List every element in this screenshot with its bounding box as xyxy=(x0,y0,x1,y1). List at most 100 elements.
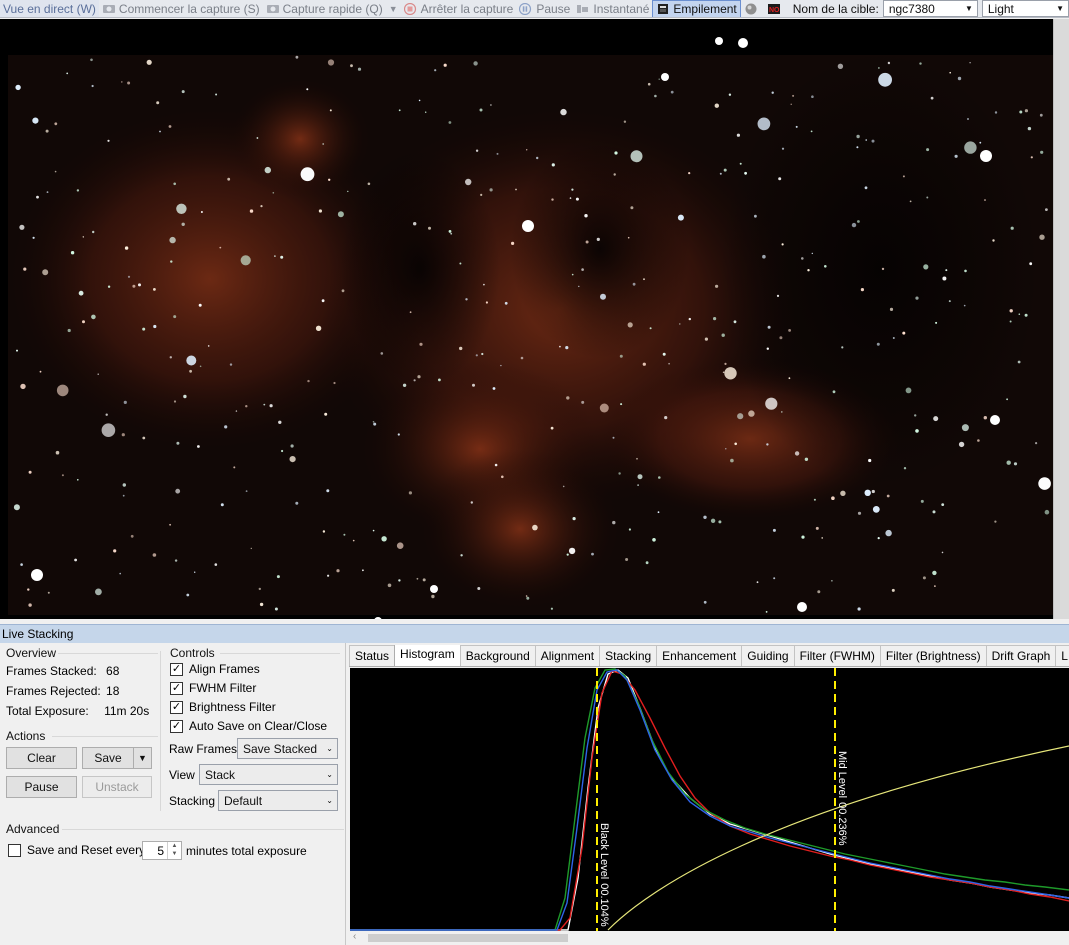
raw-frames-select[interactable]: Save Stacked ⌄ xyxy=(237,738,338,759)
unstack-button[interactable]: Unstack xyxy=(82,776,152,798)
star xyxy=(39,370,42,373)
start-capture-button[interactable]: Commencer la capture (S) xyxy=(99,0,263,17)
bright-star xyxy=(430,585,438,593)
main-toolbar: Vue en direct (W) Commencer la capture (… xyxy=(0,0,1069,18)
live-view-button[interactable]: Vue en direct (W) xyxy=(0,0,99,17)
quick-capture-button[interactable]: Capture rapide (Q) ▼ xyxy=(263,0,401,17)
tab-drift-graph[interactable]: Drift Graph xyxy=(985,645,1057,666)
scroll-thumb[interactable] xyxy=(368,934,568,942)
align-frames-checkbox[interactable]: ✓ Align Frames xyxy=(170,662,260,676)
image-vertical-scrollbar[interactable] xyxy=(1053,19,1069,619)
star xyxy=(240,255,251,266)
star xyxy=(122,494,125,497)
controls-divider xyxy=(220,653,340,654)
raw-frames-value: Save Stacked xyxy=(243,741,318,756)
star xyxy=(664,416,668,420)
star xyxy=(173,400,177,403)
snapshot-label: Instantané xyxy=(593,1,650,16)
no-entry-button[interactable]: NO xyxy=(764,0,787,17)
star xyxy=(857,220,860,223)
star xyxy=(779,336,783,340)
stepper-arrows-icon[interactable]: ▲ ▼ xyxy=(167,842,181,859)
star xyxy=(409,311,412,314)
auto-save-checkbox[interactable]: ✓ Auto Save on Clear/Close xyxy=(170,719,327,733)
frames-rejected-row: Frames Rejected: 18 xyxy=(6,684,119,698)
star xyxy=(138,283,141,287)
brightness-filter-checkbox[interactable]: ✓ Brightness Filter xyxy=(170,700,276,714)
star xyxy=(773,577,776,580)
save-button[interactable]: Save xyxy=(82,747,133,769)
histogram-plot[interactable]: Black Level00.104% Mid Level00.236% xyxy=(350,668,1069,931)
star xyxy=(856,134,860,139)
minutes-stepper[interactable]: 5 ▲ ▼ xyxy=(142,841,182,860)
pause-stacking-button[interactable]: Pause xyxy=(6,776,77,798)
star xyxy=(183,394,187,399)
panel-splitter[interactable] xyxy=(345,643,346,945)
tab-overflow[interactable]: L xyxy=(1055,645,1069,666)
star xyxy=(501,475,504,479)
quick-capture-label: Capture rapide (Q) xyxy=(282,1,383,16)
star xyxy=(214,563,218,566)
star xyxy=(121,81,123,83)
star xyxy=(483,283,485,286)
tab-background[interactable]: Background xyxy=(459,645,536,666)
star xyxy=(930,96,934,100)
star xyxy=(272,192,275,194)
star xyxy=(341,289,345,293)
target-name-input[interactable]: ngc7380 ▼ xyxy=(882,0,978,17)
star xyxy=(47,591,50,594)
group-divider xyxy=(160,651,161,811)
star xyxy=(1024,109,1028,113)
star xyxy=(419,342,423,346)
star xyxy=(152,553,157,557)
brightness-filter-label: Brightness Filter xyxy=(189,700,276,714)
tab-histogram[interactable]: Histogram xyxy=(394,645,461,666)
stacking-button[interactable]: Empilement xyxy=(652,0,741,17)
star xyxy=(215,93,218,96)
star xyxy=(146,59,152,65)
histogram-horizontal-scrollbar[interactable]: ‹ xyxy=(350,931,1069,945)
star xyxy=(1006,460,1011,465)
tab-alignment[interactable]: Alignment xyxy=(534,645,601,666)
star xyxy=(336,569,340,573)
clear-button[interactable]: Clear xyxy=(6,747,77,769)
star xyxy=(1018,313,1021,316)
star xyxy=(591,552,594,556)
star xyxy=(460,554,463,557)
sphere-button[interactable] xyxy=(741,0,764,17)
image-viewer[interactable] xyxy=(0,19,1069,619)
tab-enhancement[interactable]: Enhancement xyxy=(656,645,743,666)
star xyxy=(290,444,294,448)
tab-guiding[interactable]: Guiding xyxy=(741,645,795,666)
star xyxy=(623,120,627,123)
snapshot-button[interactable]: Instantané xyxy=(573,0,652,17)
tab-status[interactable]: Status xyxy=(349,645,396,666)
star xyxy=(878,72,892,87)
save-reset-checkbox[interactable]: Save and Reset every xyxy=(8,843,145,857)
star xyxy=(536,156,539,160)
star xyxy=(857,511,862,515)
pause-button[interactable]: Pause xyxy=(516,0,573,17)
scroll-left-icon[interactable]: ‹ xyxy=(353,931,356,942)
advanced-heading: Advanced xyxy=(6,822,60,836)
black-level-text: Black Level00.104% xyxy=(598,823,610,927)
save-options-button[interactable]: ▼ xyxy=(133,747,152,769)
raw-frames-label: Raw Frames xyxy=(169,742,238,756)
star xyxy=(658,78,660,80)
chevron-down-icon[interactable]: ▼ xyxy=(389,4,398,14)
tab-filter-fwhm[interactable]: Filter (FWHM) xyxy=(793,645,881,666)
no-entry-icon: NO xyxy=(767,3,781,14)
stop-capture-button[interactable]: Arrêter la capture xyxy=(401,0,517,17)
stacking-tabs: Status Histogram Background Alignment St… xyxy=(349,645,1069,667)
stacking-mode-value: Default xyxy=(224,793,263,808)
fwhm-filter-checkbox[interactable]: ✓ FWHM Filter xyxy=(170,681,256,695)
chevron-down-icon: ▼ xyxy=(964,4,973,13)
frame-type-select[interactable]: Light ▼ xyxy=(981,0,1069,17)
view-select[interactable]: Stack ⌄ xyxy=(199,764,338,785)
stacking-mode-select[interactable]: Default ⌄ xyxy=(218,790,338,811)
star xyxy=(824,265,827,268)
star xyxy=(327,59,335,66)
stack-icon xyxy=(656,3,670,14)
tab-stacking[interactable]: Stacking xyxy=(599,645,658,666)
tab-filter-brightness[interactable]: Filter (Brightness) xyxy=(879,645,987,666)
